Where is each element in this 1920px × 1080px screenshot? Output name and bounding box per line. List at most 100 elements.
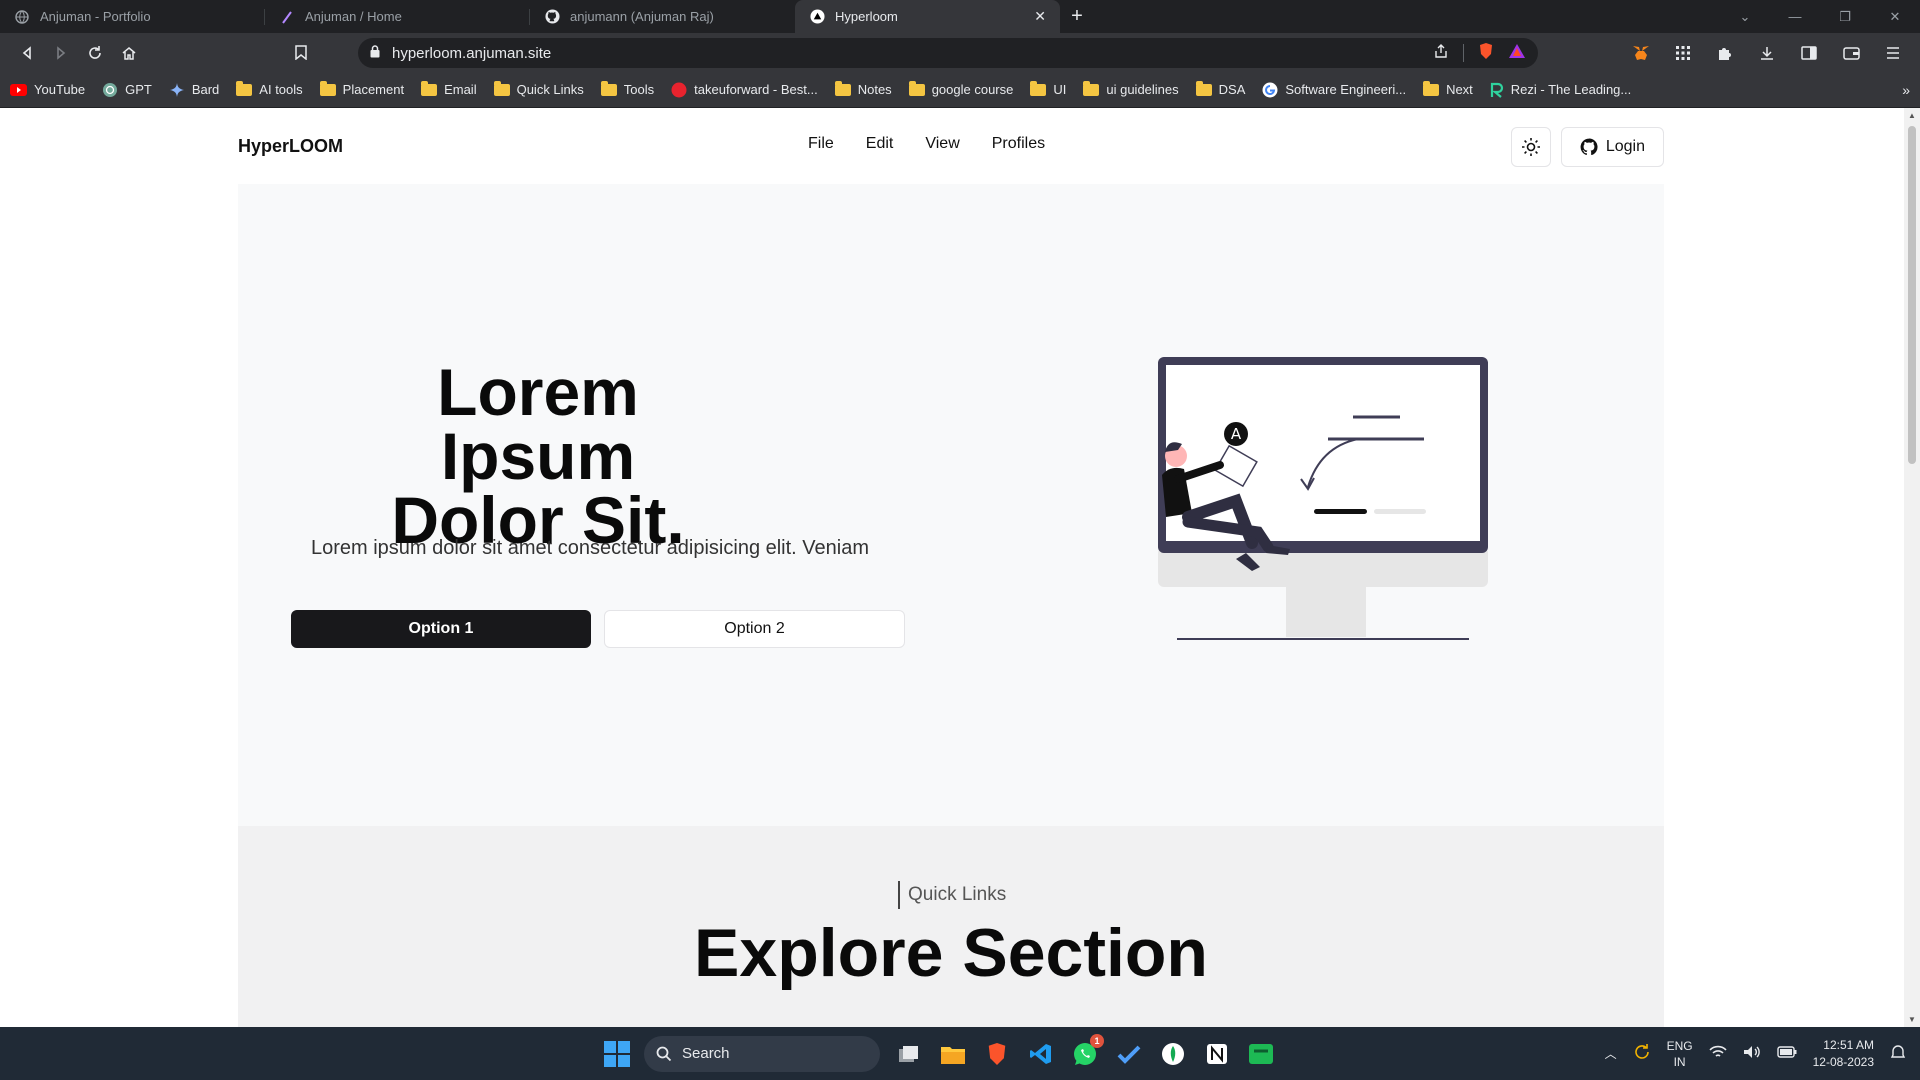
folder-icon — [1195, 80, 1212, 96]
lock-icon[interactable] — [370, 44, 380, 62]
bookmark-label: ui guidelines — [1106, 82, 1179, 97]
brave-browser-icon[interactable] — [982, 1039, 1012, 1069]
menu-icon[interactable] — [1876, 36, 1910, 70]
tab-search-icon[interactable]: ⌄ — [1720, 9, 1770, 25]
bookmark-ai-tools[interactable]: AI tools — [236, 80, 303, 97]
bookmark-tools[interactable]: Tools — [600, 80, 655, 97]
folder-icon — [1030, 80, 1047, 96]
address-bar[interactable]: hyperloom.anjuman.site — [358, 38, 1538, 68]
bard-sparkle-icon — [169, 82, 184, 97]
bookmark-email[interactable]: Email — [421, 80, 477, 97]
bookmark-rezi[interactable]: Rezi - The Leading... — [1490, 82, 1631, 98]
github-icon — [544, 9, 560, 25]
search-label: Search — [682, 1045, 730, 1062]
close-tab-icon[interactable]: ✕ — [1034, 8, 1046, 25]
vscode-icon[interactable] — [1026, 1039, 1056, 1069]
more-bookmarks-icon[interactable]: » — [1902, 82, 1910, 98]
close-window-icon[interactable]: ✕ — [1870, 9, 1920, 25]
bookmark-gpt[interactable]: GPT — [102, 82, 152, 98]
scroll-down-icon[interactable]: ▼ — [1904, 1015, 1920, 1024]
tab-home[interactable]: Anjuman / Home — [265, 0, 530, 33]
theme-toggle-button[interactable] — [1510, 127, 1551, 167]
clock-time: 12:51 AM — [1823, 1037, 1874, 1052]
sidebar-icon[interactable] — [1792, 36, 1826, 70]
minimize-icon[interactable]: — — [1770, 9, 1820, 24]
start-windows-icon[interactable] — [604, 1040, 630, 1067]
login-button[interactable]: Login — [1560, 127, 1664, 167]
bookmark-label: Tools — [623, 82, 655, 97]
menu-view[interactable]: View — [925, 135, 959, 153]
language-indicator[interactable]: ENG IN — [1667, 1038, 1693, 1070]
menu-edit[interactable]: Edit — [866, 135, 894, 153]
mongodb-compass-icon[interactable] — [1158, 1039, 1188, 1069]
clock[interactable]: 12:51 AM 12-08-2023 — [1813, 1037, 1874, 1071]
sync-icon[interactable] — [1633, 1043, 1651, 1064]
bookmark-youtube[interactable]: YouTube — [10, 82, 85, 97]
new-tab-button[interactable]: + — [1060, 0, 1094, 33]
option-2-button[interactable]: Option 2 — [604, 610, 905, 648]
task-view-icon[interactable] — [894, 1039, 924, 1069]
taskbar-apps: Search 1 — [604, 1027, 1276, 1080]
sheets-app-icon[interactable] — [1246, 1039, 1276, 1069]
tab-hyperloom[interactable]: Hyperloom ✕ — [795, 0, 1060, 33]
taskbar-search[interactable]: Search — [644, 1035, 880, 1072]
bookmark-takeuforward[interactable]: takeuforward - Best... — [671, 82, 818, 98]
brave-rewards-icon[interactable] — [1508, 43, 1526, 63]
home-icon[interactable] — [112, 36, 146, 70]
show-hidden-icons-chevron-icon[interactable]: ︿ — [1605, 1045, 1617, 1062]
menu-profiles[interactable]: Profiles — [992, 135, 1045, 153]
explore-section: Quick Links Explore Section — [238, 826, 1664, 1027]
bookmark-software-engineering[interactable]: Software Engineeri... — [1262, 82, 1406, 98]
bookmark-label: Software Engineeri... — [1285, 82, 1407, 97]
todo-check-icon[interactable] — [1114, 1039, 1144, 1069]
tab-portfolio[interactable]: Anjuman - Portfolio — [0, 0, 265, 33]
page-scrollbar[interactable]: ▲ ▼ — [1904, 108, 1920, 1027]
hero-subtitle: Lorem ipsum dolor sit amet consectetur a… — [310, 537, 870, 559]
bookmark-label: takeuforward - Best... — [694, 82, 818, 97]
takeuforward-icon — [671, 82, 687, 97]
menu-file[interactable]: File — [808, 135, 834, 153]
lang-line2: IN — [1673, 1054, 1686, 1069]
option-1-button[interactable]: Option 1 — [291, 610, 591, 648]
bookmark-bard[interactable]: Bard — [169, 82, 219, 98]
bookmark-dsa[interactable]: DSA — [1195, 80, 1245, 97]
brand-logo[interactable]: HyperLOOM — [238, 136, 343, 157]
bookmark-ui[interactable]: UI — [1030, 80, 1066, 97]
folder-icon — [834, 80, 851, 96]
share-icon[interactable] — [1433, 43, 1449, 63]
bookmark-quick-links[interactable]: Quick Links — [493, 80, 584, 97]
download-icon[interactable] — [1750, 36, 1784, 70]
bookmark-label: GPT — [125, 82, 152, 97]
login-label: Login — [1605, 138, 1645, 155]
reload-icon[interactable] — [78, 36, 112, 70]
restore-icon[interactable]: ❐ — [1820, 9, 1870, 25]
bookmark-label: AI tools — [259, 82, 303, 97]
back-icon[interactable] — [10, 36, 44, 70]
tab-title: Hyperloom — [835, 9, 898, 24]
wallet-icon[interactable] — [1834, 36, 1868, 70]
notion-icon[interactable] — [1202, 1039, 1232, 1069]
apps-grid-icon[interactable] — [1666, 36, 1700, 70]
whatsapp-icon[interactable]: 1 — [1070, 1033, 1104, 1069]
battery-icon[interactable] — [1776, 1046, 1797, 1061]
scroll-up-icon[interactable]: ▲ — [1904, 111, 1920, 120]
metamask-icon[interactable] — [1624, 36, 1658, 70]
forward-icon[interactable] — [44, 36, 78, 70]
extensions-puzzle-icon[interactable] — [1708, 36, 1742, 70]
bookmark-icon[interactable] — [284, 36, 318, 70]
scrollbar-thumb[interactable] — [1908, 126, 1916, 464]
bookmark-next[interactable]: Next — [1423, 80, 1473, 97]
bookmark-ui-guidelines[interactable]: ui guidelines — [1083, 80, 1179, 97]
wifi-icon[interactable] — [1709, 1045, 1727, 1062]
globe-icon — [14, 9, 30, 25]
bookmark-placement[interactable]: Placement — [319, 80, 404, 97]
bookmark-label: Rezi - The Leading... — [1510, 82, 1632, 97]
window-controls: ⌄ — ❐ ✕ — [1720, 0, 1920, 33]
tab-github[interactable]: anjumann (Anjuman Raj) — [530, 0, 795, 33]
notifications-icon[interactable] — [1890, 1044, 1906, 1063]
volume-icon[interactable] — [1743, 1045, 1761, 1062]
brave-shield-icon[interactable] — [1478, 42, 1494, 64]
file-explorer-icon[interactable] — [938, 1039, 968, 1069]
bookmark-notes[interactable]: Notes — [834, 80, 892, 97]
bookmark-google-course[interactable]: google course — [908, 80, 1013, 97]
